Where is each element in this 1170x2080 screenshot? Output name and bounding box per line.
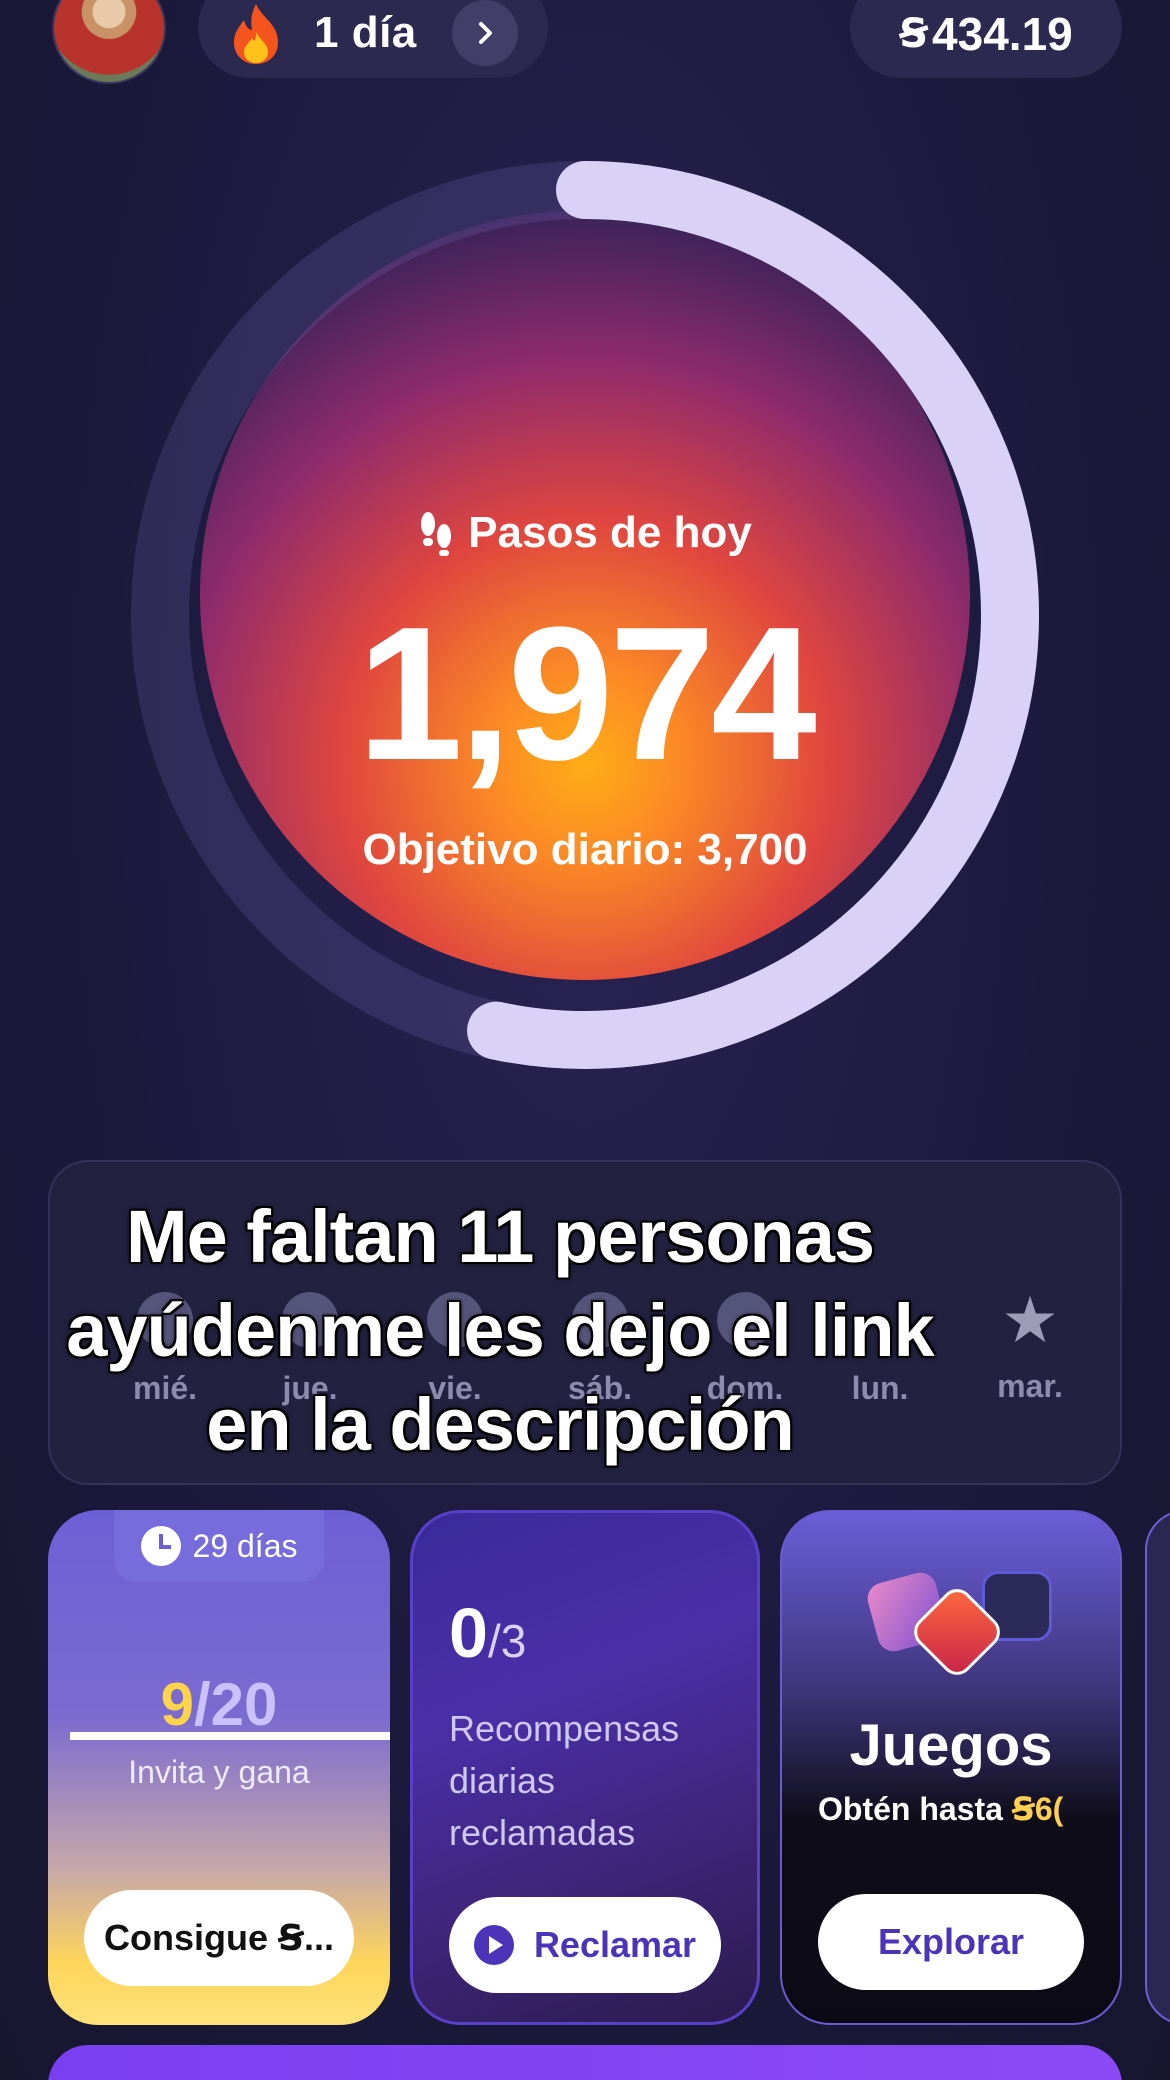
timer-chip: 29 días — [114, 1510, 324, 1582]
daily-goal: Objetivo diario: 3,700 — [362, 825, 808, 874]
streak-chevron-button[interactable] — [452, 0, 518, 66]
invite-separator: / — [193, 1671, 211, 1738]
invite-total: 20 — [210, 1671, 278, 1738]
timer-text: 29 días — [192, 1527, 298, 1564]
daily-description: Recompensas diarias reclamadas — [449, 1708, 680, 1853]
video-caption: Me faltan 11 personas ayúdenme les dejo … — [0, 1190, 1000, 1472]
games-card[interactable]: Juegos Obtén hasta Ꞩ6( Explorar — [780, 1510, 1122, 2025]
footsteps-icon — [421, 512, 452, 556]
steps-value: 1,974 — [357, 588, 816, 800]
claim-button[interactable]: Reclamar — [449, 1897, 721, 1993]
invite-count: 9/20 — [48, 1670, 390, 1739]
caption-line: ayúdenme les dejo el link — [66, 1289, 934, 1372]
steps-label-row: Pasos de hoy — [100, 508, 1070, 558]
invite-progress-line — [70, 1732, 390, 1740]
games-title: Juegos — [849, 1713, 1053, 1778]
clock-icon — [140, 1526, 181, 1566]
invite-button[interactable]: Consigue Ꞩ... — [84, 1890, 354, 1986]
chevron-right-icon — [479, 22, 492, 44]
steps-ring: Pasos de hoy 1,974 Objetivo diario: 3,70… — [100, 161, 1070, 1180]
daily-total: /3 — [487, 1615, 527, 1667]
games-subtitle: Obtén hasta Ꞩ6( — [818, 1790, 1088, 1828]
daily-current: 0 — [449, 1594, 488, 1672]
flame-icon — [228, 2, 284, 66]
games-icons — [862, 1557, 1052, 1687]
claim-button-label: Reclamar — [533, 1924, 697, 1965]
games-subtitle-amount: Ꞩ6( — [1011, 1791, 1064, 1827]
streak-pill[interactable]: 1 día — [198, 0, 548, 78]
caption-line: en la descripción — [206, 1383, 795, 1466]
next-card-peek[interactable] — [1145, 1510, 1170, 2025]
balance-pill[interactable]: Ꞩ 434.19 — [850, 0, 1122, 78]
play-icon — [473, 1925, 514, 1965]
invite-current: 9 — [160, 1671, 194, 1738]
caption-line: Me faltan 11 personas — [125, 1195, 875, 1278]
bottom-banner[interactable] — [48, 2045, 1122, 2080]
games-subtitle-prefix: Obtén hasta — [818, 1791, 1012, 1827]
balance-value: 434.19 — [932, 8, 1073, 60]
explore-button[interactable]: Explorar — [818, 1894, 1084, 1990]
streak-label: 1 día — [314, 8, 417, 57]
daily-rewards-card[interactable]: 0/3 Recompensas diarias reclamadas Recla… — [410, 1510, 760, 2025]
daily-count: 0/3 — [449, 1593, 526, 1673]
coin-icon: Ꞩ — [899, 12, 929, 56]
steps-label: Pasos de hoy — [468, 508, 752, 557]
invite-label: Invita y gana — [128, 1754, 310, 1790]
invite-card[interactable]: 29 días 9/20 Invita y gana Consigue Ꞩ... — [48, 1510, 390, 2025]
